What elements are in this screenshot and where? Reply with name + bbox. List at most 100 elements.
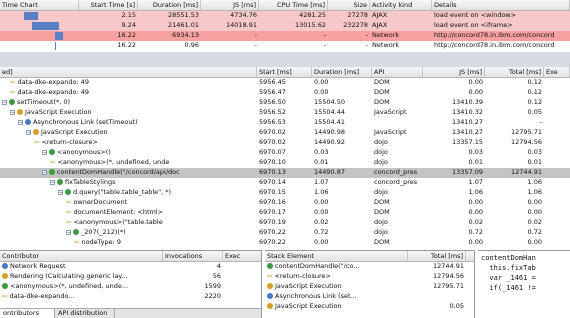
call-tree-cell-dur: 0.00 — [314, 78, 329, 86]
col-duration[interactable]: Duration [ms] — [312, 67, 372, 77]
call-tree-row[interactable]: − JavaScript Execution 5956.52 15504.44 Java… — [0, 108, 570, 118]
call-tree-cell-api: dojo — [374, 188, 388, 196]
expand-toggle-icon[interactable]: − — [42, 150, 47, 156]
call-tree-row[interactable]: − _207(_212)(*) 6970.22 0.72 dojo 0.72 0.72 — [0, 228, 570, 238]
stack-row[interactable]: JavaScript Execution 0.05 — [265, 302, 474, 311]
call-tree-cell-api: dojo — [374, 218, 388, 226]
col-start[interactable]: Start [ms] — [257, 67, 312, 77]
col-details[interactable]: Details — [432, 0, 570, 10]
timeline-cell-dur: 28551.53 — [167, 11, 199, 19]
contributor-row[interactable]: Network Request 4 — [0, 262, 261, 271]
call-tree-cell-start: 5956.47 — [259, 88, 286, 96]
expand-toggle-icon[interactable]: − — [18, 120, 23, 126]
call-tree-row[interactable]: − JavaScript Execution 6970.02 14490.98 Java… — [0, 128, 570, 138]
expand-toggle-icon[interactable]: − — [58, 190, 63, 196]
col-start-time[interactable]: Start Time [s] — [79, 0, 138, 10]
col-js[interactable]: JS [ms] — [423, 67, 485, 77]
call-tree-cell-dur: 0.00 — [314, 238, 329, 246]
call-tree-cell-total: 0.12 — [527, 98, 542, 106]
col-contributor[interactable]: Contributor — [0, 251, 163, 261]
source-line: this.fixTab — [481, 264, 536, 272]
col-duration[interactable]: Duration [ms] — [138, 0, 201, 10]
call-tree-label: JavaScript Execution — [25, 108, 92, 116]
call-tree-name-cell: − _207(_212)(*) — [0, 228, 257, 237]
col-time-chart[interactable]: Time Chart — [0, 0, 79, 10]
call-tree-cell-exe — [544, 178, 570, 187]
call-tree-cell-js: 13410.32 — [451, 108, 483, 116]
call-tree-label: <return-closure> — [41, 138, 98, 146]
call-tree-row[interactable]: − d.query("table.table_table", *) 6970.15 1… — [0, 188, 570, 198]
stack-element: ⇦ <return-closure> — [265, 272, 408, 281]
call-tree-row[interactable]: ⇦ documentElement: <html> 6970.17 0.00 DOM 0.… — [0, 208, 570, 218]
call-tree-row[interactable]: ⇦ data-dke-expando: 49 5956.47 0.00 DOM 0.00 0… — [0, 88, 570, 98]
contributor-label: Network Request — [10, 262, 66, 270]
stack-row[interactable]: JavaScript Execution 12795.71 — [265, 282, 474, 291]
call-tree-cell-start: 6970.16 — [259, 198, 286, 206]
col-exe[interactable]: Exe — [544, 67, 570, 77]
col-exec[interactable]: Exec — [223, 251, 261, 261]
call-tree-row[interactable]: ⇦ <anonymous>("table.table 6970.19 0.02 dojo… — [0, 218, 570, 228]
call-tree-name-cell: ⇦ documentElement: <html> — [0, 208, 257, 217]
call-tree-cell-exe — [544, 118, 570, 127]
expand-toggle-icon[interactable]: − — [66, 230, 71, 236]
col-stack-element[interactable]: Stack Element — [265, 251, 408, 261]
stack-element: JavaScript Execution — [265, 302, 408, 311]
stack-row[interactable]: contentDomHandle("/co... 12744.91 — [265, 262, 474, 271]
source-line: var _1461 = — [481, 274, 536, 282]
expand-toggle-icon[interactable]: − — [26, 130, 31, 136]
call-tree-row[interactable]: − setTimeout(*, 0) 5956.50 15504.50 DOM 13410… — [0, 98, 570, 108]
col-total[interactable]: Total [ms] — [485, 67, 544, 77]
green-circle-icon — [73, 229, 79, 235]
call-tree-row[interactable]: ⇦ data-dke-expando: 49 5956.45 0.00 DOM 0.00 0… — [0, 78, 570, 88]
arrow-icon: ⇦ — [50, 158, 56, 166]
call-tree-label: contentDomHandle("/concord/api/doc — [57, 168, 180, 176]
stack-row[interactable]: Asynchronous Link (set... — [265, 292, 474, 301]
call-tree-name-cell: ⇦ <return-closure> — [0, 138, 257, 147]
call-tree-label: ownerDocument — [73, 198, 128, 206]
col-cpu[interactable]: CPU Time [ms] — [259, 0, 328, 10]
expand-toggle-icon[interactable]: − — [42, 170, 47, 176]
col-activity-kind[interactable]: Activity kind — [370, 0, 432, 10]
contributor-row[interactable]: Rendering (Calculating generic lay... 56 — [0, 272, 261, 281]
col-size[interactable]: Size — [328, 0, 370, 10]
call-tree-row[interactable]: − fixTableStylings 6970.14 1.07 concord_pres… — [0, 178, 570, 188]
expand-toggle-icon[interactable]: − — [10, 110, 15, 116]
call-tree-row[interactable]: ⇦ nodeType: 9 6970.22 0.00 DOM 0.00 0.00 — [0, 238, 570, 248]
stack-row[interactable]: ⇦ <return-closure> 12794.56 — [265, 272, 474, 281]
call-tree-row[interactable]: − <anonymous>() 6970.07 0.03 dojo 0.03 0.03 — [0, 148, 570, 158]
contributor-invocations: 56 — [212, 272, 221, 280]
call-tree-cell-total: 1.06 — [527, 178, 542, 186]
arrow-icon: ⇦ — [66, 218, 72, 226]
call-tree-cell-exe — [544, 168, 570, 177]
call-tree-row[interactable]: ⇦ <return-closure> 6970.02 14490.92 dojo 1335… — [0, 138, 570, 148]
contributor-invocations: 1599 — [204, 282, 221, 290]
call-tree-row[interactable]: ⇦ <anonymous>(*, undefined, unde 6970.10 0.… — [0, 158, 570, 168]
col-api[interactable]: API — [372, 67, 423, 77]
col-stack-total[interactable]: Total [ms] — [408, 251, 466, 261]
timeline-cell-size: 232278 — [343, 21, 368, 29]
timeline-table: Time Chart Start Time [s] Duration [ms] … — [0, 0, 570, 52]
expand-toggle-icon[interactable]: − — [50, 180, 55, 186]
col-js[interactable]: JS [ms] — [201, 0, 259, 10]
timeline-row[interactable]: 16.22 0.96- - - Network http://concord78.in.i… — [0, 41, 570, 51]
call-tree-cell-dur: 0.00 — [314, 198, 329, 206]
call-tree-cell-js: 13357.15 — [451, 138, 483, 146]
col-name[interactable]: ed] — [0, 67, 257, 77]
call-tree-name-cell: ⇦ <anonymous>(*, undefined, unde — [0, 158, 257, 167]
link-icon — [267, 293, 273, 299]
timeline-row[interactable]: 16.22 6934.13- - - Network http://concord78.i… — [0, 31, 570, 41]
col-invocations[interactable]: Invocations — [163, 251, 223, 261]
expand-toggle-icon[interactable]: − — [2, 100, 7, 106]
timeline-row[interactable]: 9.24 21461.01 14018.91 13015.62 232278 AJAX lo… — [0, 21, 570, 31]
tab-api-distribution[interactable]: API distribution — [55, 309, 115, 318]
timeline-row[interactable]: 2.15 28551.53 4734.76 4281.25 27278 AJAX load … — [0, 11, 570, 21]
call-tree-row[interactable]: − Asynchronous Link (setTimeout) 5956.53 15… — [0, 118, 570, 128]
call-tree-label: Asynchronous Link (setTimeout) — [33, 118, 138, 126]
tab-contributors[interactable]: ontributors — [0, 309, 55, 318]
contributor-row[interactable]: ⇦ data-dke-expando... 2220 — [0, 292, 261, 301]
splitter[interactable] — [0, 52, 570, 67]
call-tree-row[interactable]: ⇦ ownerDocument 6970.16 0.00 DOM 0.00 0.00 — [0, 198, 570, 208]
call-tree-cell-api: DOM — [374, 198, 390, 206]
call-tree-row[interactable]: − contentDomHandle("/concord/api/doc 6970.… — [0, 168, 570, 178]
contributor-row[interactable]: <anonymous>(*, undefined, unde... 1599 — [0, 282, 261, 291]
